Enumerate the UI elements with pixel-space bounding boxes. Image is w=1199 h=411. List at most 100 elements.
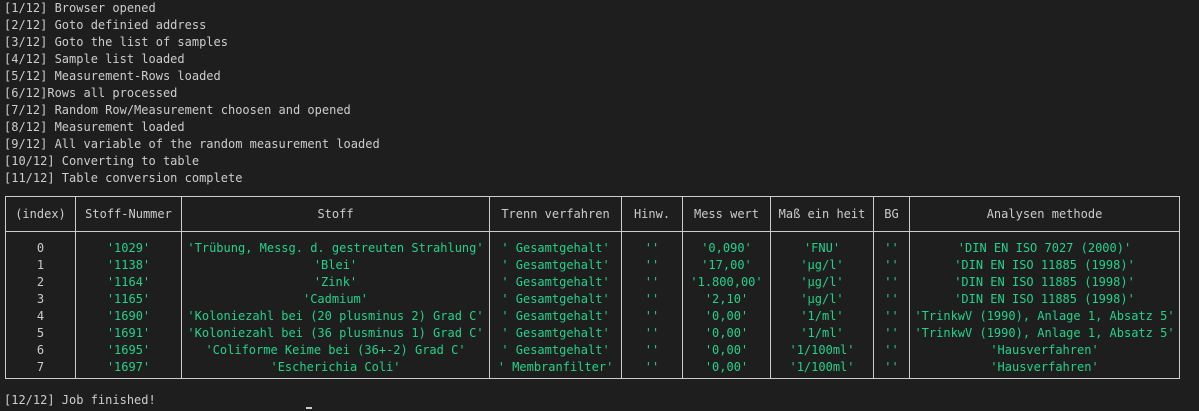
console-table: (index) Stoff-Nummer Stoff Trenn verfahren H… xyxy=(5,196,1180,379)
row-index: 1 xyxy=(5,257,76,274)
table-cell: 'DIN EN ISO 11885 (1998)' xyxy=(909,291,1180,308)
log-line: [4/12] Sample list loaded xyxy=(4,52,185,66)
log-line: [9/12] All variable of the random measur… xyxy=(4,137,380,151)
table-cell: '1164' xyxy=(75,274,182,291)
row-index: 4 xyxy=(5,308,76,325)
table-cell: '17,00' xyxy=(682,257,771,274)
column-header: Hinw. xyxy=(621,196,683,232)
column-header: Mess wert xyxy=(682,196,771,232)
table-cell: '1691' xyxy=(75,325,182,342)
table-cell: '' xyxy=(621,274,683,291)
table-cell: ' Membranfilter' xyxy=(489,359,622,379)
table-cell: 'DIN EN ISO 7027 (2000)' xyxy=(909,231,1180,257)
table-cell: '0,00' xyxy=(682,308,771,325)
table-row: 5'1691' 'Koloniezahl bei (36 plusminus 1)… xyxy=(5,325,1180,342)
table-cell: 'Trübung, Messg. d. gestreuten Strahlung… xyxy=(181,231,490,257)
log-line: [2/12] Goto definied address xyxy=(4,18,207,32)
table-row: 7'1697' 'Escherichia Coli' ' Membranfilter… xyxy=(5,359,1180,379)
row-index: 0 xyxy=(5,231,76,257)
table-cell: '1695' xyxy=(75,342,182,359)
table-cell: '0,090' xyxy=(682,231,771,257)
log-line: [8/12] Measurement loaded xyxy=(4,120,185,134)
table-cell: '' xyxy=(621,308,683,325)
row-index: 5 xyxy=(5,325,76,342)
table-cell: '' xyxy=(873,325,910,342)
column-header: BG xyxy=(873,196,910,232)
table-header-row: (index) Stoff-Nummer Stoff Trenn verfahren H… xyxy=(5,196,1180,232)
table-cell: '' xyxy=(621,359,683,379)
log-line: [10/12] Converting to table xyxy=(4,154,200,168)
row-index: 6 xyxy=(5,342,76,359)
table-cell: 'Zink' xyxy=(181,274,490,291)
table-cell: '1165' xyxy=(75,291,182,308)
table-cell: '0,00' xyxy=(682,359,771,379)
row-index: 7 xyxy=(5,359,76,379)
row-index: 2 xyxy=(5,274,76,291)
table-cell: ' Gesamtgehalt' xyxy=(489,291,622,308)
table-cell: 'DIN EN ISO 11885 (1998)' xyxy=(909,257,1180,274)
table-cell: ' Gesamtgehalt' xyxy=(489,231,622,257)
table-cell: '1/ml' xyxy=(770,325,874,342)
column-header: Analysen methode xyxy=(909,196,1180,232)
table-cell: 'Cadmium' xyxy=(181,291,490,308)
table-cell: '1/100ml' xyxy=(770,342,874,359)
table-cell: '1/ml' xyxy=(770,308,874,325)
table-cell: '' xyxy=(621,257,683,274)
table-cell: ' Gesamtgehalt' xyxy=(489,274,622,291)
table-row: 3'1165' 'Cadmium' ' Gesamtgehalt' '' '2,10' '… xyxy=(5,291,1180,308)
table-cell: '1138' xyxy=(75,257,182,274)
table-cell: 'Koloniezahl bei (36 plusminus 1) Grad C… xyxy=(181,325,490,342)
column-header: (index) xyxy=(5,196,76,232)
table-cell: '' xyxy=(873,308,910,325)
table-cell: 'TrinkwV (1990), Anlage 1, Absatz 5' xyxy=(909,325,1180,342)
table-cell: ' Gesamtgehalt' xyxy=(489,325,622,342)
table-cell: 'µg/l' xyxy=(770,274,874,291)
log-line: [11/12] Table conversion complete xyxy=(4,171,243,185)
column-header: Maß ein heit xyxy=(770,196,874,232)
table-cell: '' xyxy=(621,342,683,359)
terminal-cursor xyxy=(306,407,312,409)
table-cell: '' xyxy=(873,291,910,308)
table-cell: '1029' xyxy=(75,231,182,257)
table-cell: '0,00' xyxy=(682,325,771,342)
table-row: 4'1690' 'Koloniezahl bei (20 plusminus 2)… xyxy=(5,308,1180,325)
column-header: Trenn verfahren xyxy=(489,196,622,232)
table-cell: 'Hausverfahren' xyxy=(909,359,1180,379)
column-header: Stoff-Nummer xyxy=(75,196,182,232)
table-row: 6'1695' 'Coliforme Keime bei (36+-2) Grad… xyxy=(5,342,1180,359)
table-cell: '' xyxy=(621,291,683,308)
table-cell: '' xyxy=(621,325,683,342)
log-line: [3/12] Goto the list of samples xyxy=(4,35,228,49)
table-cell: 'Koloniezahl bei (20 plusminus 2) Grad C… xyxy=(181,308,490,325)
table-cell: ' Gesamtgehalt' xyxy=(489,342,622,359)
table-cell: '0,00' xyxy=(682,342,771,359)
table-cell: ' Gesamtgehalt' xyxy=(489,308,622,325)
table-cell: 'DIN EN ISO 11885 (1998)' xyxy=(909,274,1180,291)
table-cell: '' xyxy=(873,274,910,291)
table-cell: '' xyxy=(873,342,910,359)
table-cell: '1.800,00' xyxy=(682,274,771,291)
terminal-output: [1/12] Browser opened [2/12] Goto definie… xyxy=(0,0,1199,411)
log-line: [6/12]Rows all processed xyxy=(4,86,178,100)
table-cell: '1690' xyxy=(75,308,182,325)
column-header: Stoff xyxy=(181,196,490,232)
log-line: [5/12] Measurement-Rows loaded xyxy=(4,69,221,83)
table-cell: '' xyxy=(621,231,683,257)
table-cell: 'FNU' xyxy=(770,231,874,257)
table-cell: ' Gesamtgehalt' xyxy=(489,257,622,274)
table-cell: '1/100ml' xyxy=(770,359,874,379)
table-cell: '2,10' xyxy=(682,291,771,308)
table-cell: '' xyxy=(873,231,910,257)
job-finished-line: [12/12] Job finished! xyxy=(4,393,156,407)
row-index: 3 xyxy=(5,291,76,308)
table-cell: 'µg/l' xyxy=(770,291,874,308)
table-row: 1'1138' 'Blei' ' Gesamtgehalt' '' '17,00''µg… xyxy=(5,257,1180,274)
table-row: 0'1029' 'Trübung, Messg. d. gestreuten St… xyxy=(5,231,1180,257)
table-cell: '' xyxy=(873,257,910,274)
table-cell: 'TrinkwV (1990), Anlage 1, Absatz 5' xyxy=(909,308,1180,325)
table-cell: '' xyxy=(873,359,910,379)
table-cell: 'Coliforme Keime bei (36+-2) Grad C' xyxy=(181,342,490,359)
log-line: [1/12] Browser opened xyxy=(4,1,156,15)
table-cell: 'Hausverfahren' xyxy=(909,342,1180,359)
table-row: 2'1164' 'Zink' ' Gesamtgehalt' '' '1.800,00'… xyxy=(5,274,1180,291)
